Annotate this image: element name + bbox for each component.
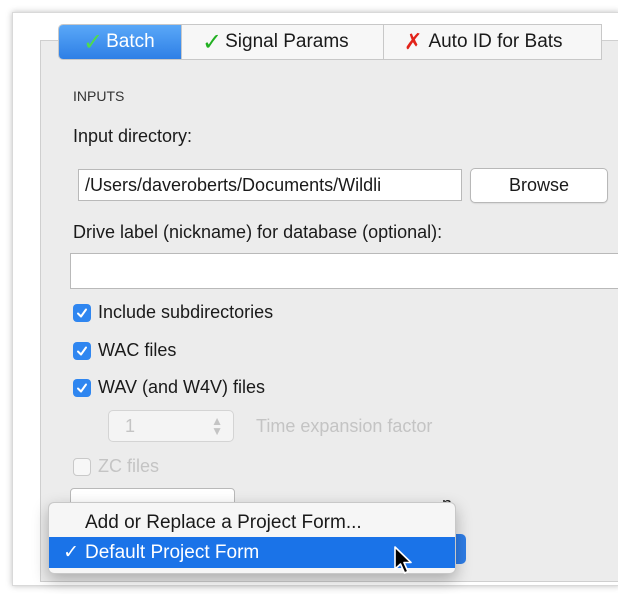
zc-files-option[interactable]: ZC files	[73, 456, 159, 477]
time-expansion-label: Time expansion factor	[256, 416, 433, 436]
input-directory-label: Input directory:	[73, 126, 193, 146]
include-subdirectories-option[interactable]: Include subdirectories	[73, 302, 273, 323]
browse-button[interactable]: Browse	[470, 168, 608, 203]
wav-files-label: WAV (and W4V) files	[98, 377, 266, 397]
tab-batch[interactable]: ✓ Batch	[59, 25, 182, 59]
zc-files-label: ZC files	[98, 456, 160, 476]
tab-signal-params[interactable]: ✓ Signal Params	[182, 25, 384, 59]
checkbox-wac-files[interactable]	[73, 341, 91, 360]
tab-auto-id-for-bats[interactable]: ✗ Auto ID for Bats	[384, 25, 602, 59]
include-subdirectories-label: Include subdirectories	[98, 302, 274, 322]
menu-item-label: Add or Replace a Project Form...	[85, 511, 362, 533]
time-expansion-stepper[interactable]: 1 ▲ ▼	[108, 410, 234, 442]
checkmark-icon: ✓	[83, 28, 104, 56]
drive-label-field[interactable]	[70, 253, 618, 289]
drive-label-label: Drive label (nickname) for database (opt…	[73, 222, 443, 242]
checkmark-icon: ✓	[63, 542, 79, 563]
tab-batch-label: Batch	[106, 31, 155, 52]
wac-files-option[interactable]: WAC files	[73, 340, 176, 361]
checkmark-icon: ✓	[202, 28, 223, 56]
tab-auto-id-label: Auto ID for Bats	[428, 31, 563, 52]
check-icon	[77, 383, 87, 392]
tab-signal-params-label: Signal Params	[225, 31, 349, 52]
checkbox-zc-files[interactable]	[73, 457, 91, 476]
menu-item-add-or-replace-project-form[interactable]: Add or Replace a Project Form...	[49, 507, 455, 538]
menu-item-label: Default Project Form	[85, 541, 260, 563]
check-icon	[77, 308, 87, 317]
checkbox-include-subdirectories[interactable]	[73, 303, 91, 322]
wav-files-option[interactable]: WAV (and W4V) files	[73, 377, 265, 398]
checkbox-wav-files[interactable]	[73, 378, 91, 397]
cross-icon: ✗	[404, 29, 423, 54]
time-expansion-value: 1	[125, 415, 136, 436]
mouse-pointer-icon	[394, 546, 412, 574]
section-title-inputs: INPUTS	[73, 88, 125, 104]
input-directory-field[interactable]: /Users/daveroberts/Documents/Wildli	[78, 169, 462, 201]
tab-bar: ✓ Batch ✓ Signal Params ✗ Auto ID for Ba…	[58, 24, 602, 60]
wac-files-label: WAC files	[98, 340, 177, 360]
check-icon	[77, 346, 87, 355]
stepper-arrows-icon[interactable]: ▲ ▼	[211, 415, 223, 437]
